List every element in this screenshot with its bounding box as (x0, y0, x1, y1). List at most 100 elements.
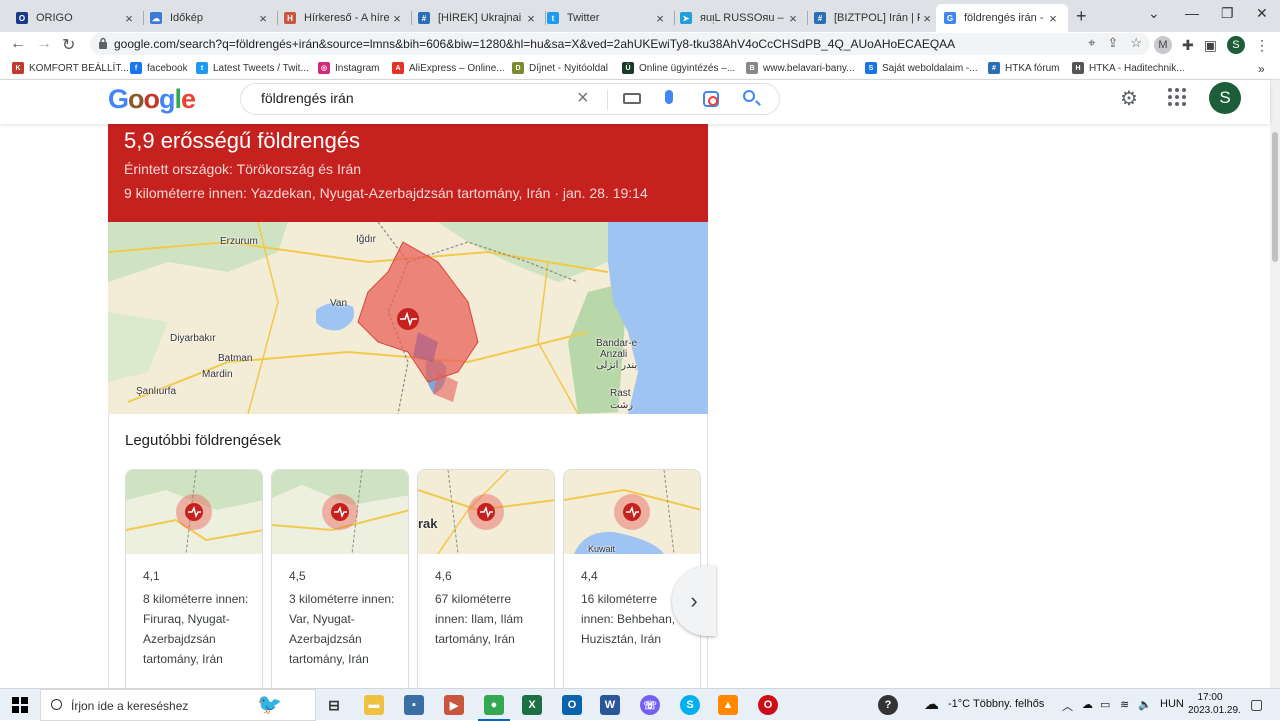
extension-m-icon[interactable]: M (1154, 36, 1172, 54)
bookmark-item[interactable]: K KOMFORT BEÁLLÍT... (12, 62, 129, 74)
new-tab-button[interactable]: + (1076, 6, 1087, 27)
mini-map-label: Kuwait (588, 544, 616, 554)
bookmark-item[interactable]: S Saját weboldalaim -... (865, 62, 978, 74)
page-scrollbar[interactable] (1270, 80, 1280, 688)
mini-map: Kuwait (564, 470, 700, 554)
belavari-icon: B (746, 62, 758, 74)
close-tab-icon[interactable]: × (786, 11, 800, 26)
photos-app-icon[interactable]: ▪ (404, 695, 424, 715)
bookmark-item[interactable]: Ü Online ügyintézés –... (622, 62, 735, 74)
browser-tab[interactable]: # [BIZTPOL] Irán | Pa× (806, 4, 942, 32)
file-explorer-icon[interactable]: ▬ (364, 695, 384, 715)
bookmark-item[interactable]: t Latest Tweets / Twit... (196, 62, 309, 74)
browser-tab[interactable]: # [HÍREK] Ukrajnai fe × (410, 4, 546, 32)
browser-tab[interactable]: Gföldrengés irán - G × (936, 4, 1068, 32)
microphone-icon[interactable] (665, 90, 673, 104)
close-tab-icon[interactable]: × (920, 11, 934, 26)
bookmark-item[interactable]: # HTKA fórum (988, 62, 1059, 74)
url-text[interactable]: google.com/search?q=földrengés+irán&sour… (114, 37, 955, 51)
forward-button[interactable]: → (36, 35, 52, 53)
google-apps-icon[interactable] (1168, 88, 1186, 106)
input-language[interactable]: HUN (1160, 698, 1184, 710)
skype-icon[interactable]: S (680, 695, 700, 715)
search-icon[interactable] (743, 90, 755, 102)
vlc-icon[interactable]: ▲ (718, 695, 738, 715)
browser-tab[interactable]: H Hírkereső - A hírek × (276, 4, 412, 32)
share-icon[interactable]: ⇪ (1107, 35, 1118, 51)
close-tab-icon[interactable]: × (122, 11, 136, 26)
maximize-button[interactable]: ❐ (1221, 5, 1234, 22)
browser-menu-icon[interactable]: ⋮ (1255, 37, 1269, 54)
search-input[interactable] (261, 90, 561, 106)
bookmark-item[interactable]: H HTKA - Haditechnik... (1072, 62, 1185, 74)
task-view-icon[interactable]: ⊟ (324, 695, 344, 715)
extensions-puzzle-icon[interactable]: ✚ (1182, 37, 1194, 54)
search-box: × (240, 83, 780, 115)
close-window-button[interactable]: ✕ (1256, 5, 1268, 22)
address-bar[interactable]: google.com/search?q=földrengés+irán&sour… (90, 33, 1150, 55)
tray-onedrive-icon[interactable]: ☁ (1082, 698, 1093, 711)
close-tab-icon[interactable]: × (653, 11, 667, 26)
settings-gear-icon[interactable]: ⚙ (1120, 86, 1138, 111)
opera-icon[interactable]: O (758, 695, 778, 715)
bookmark-star-icon[interactable]: ☆ (1130, 35, 1142, 51)
location-icon[interactable]: ⌖ (1088, 35, 1095, 51)
telegram-icon: ➤ (680, 12, 692, 24)
tray-network-icon[interactable]: ≋ (1120, 698, 1129, 711)
windows-start-icon[interactable] (12, 697, 28, 713)
close-tab-icon[interactable]: × (524, 11, 538, 26)
browser-tab[interactable]: ☁ Időkép × (142, 4, 278, 32)
outlook-icon[interactable]: O (562, 695, 582, 715)
earthquake-map[interactable]: Erzurum Iğdır Van Diyarbakır Batman Mard… (108, 222, 708, 414)
bookmark-item[interactable]: A AliExpress – Online... (392, 62, 505, 74)
browser-tab[interactable]: ➤ яuᴉL RUSSOяu – Tá× (672, 4, 808, 32)
komfort-icon: K (12, 62, 24, 74)
side-panel-icon[interactable]: ▣ (1204, 37, 1217, 54)
google-lens-icon[interactable] (703, 91, 719, 107)
recent-quake-card[interactable]: 4,1 8 kilométerre innen: Firuraq, Nyugat… (125, 469, 263, 699)
tray-battery-icon[interactable]: ▭ (1100, 698, 1110, 711)
clear-search-icon[interactable]: × (577, 87, 589, 110)
tray-volume-icon[interactable]: 🔈 (1138, 698, 1152, 711)
weather-text[interactable]: -1°C Többny. felhős (948, 698, 1044, 710)
viber-icon[interactable]: ☏ (640, 695, 660, 715)
browser-tab[interactable]: O ORIGO × (8, 4, 144, 32)
chrome-taskbar-icon[interactable]: ● (478, 695, 510, 721)
recent-quake-card[interactable]: 4,5 3 kilométerre innen: Var, Nyugat-Aze… (271, 469, 409, 699)
back-button[interactable]: ← (10, 35, 26, 53)
google-account-avatar[interactable]: S (1209, 82, 1241, 114)
bookmark-item[interactable]: f facebook (130, 62, 188, 74)
profile-avatar[interactable]: S (1226, 36, 1245, 54)
quake-magnitude: 4,1 (143, 569, 160, 583)
google-logo[interactable]: Google (108, 84, 196, 115)
cloud-icon: ☁ (150, 12, 162, 24)
bookmarks-overflow-icon[interactable]: » (1258, 62, 1265, 76)
recent-quake-card[interactable]: rak 4,6 67 kilométerre innen: Ilam, Ilám… (417, 469, 555, 699)
reload-button[interactable]: ↻ (62, 35, 75, 55)
tab-title: Twitter (567, 12, 600, 24)
bookmark-item[interactable]: Bwww.belavari-bany... (746, 62, 855, 74)
help-icon[interactable]: ? (878, 695, 898, 715)
close-tab-icon[interactable]: × (390, 11, 404, 26)
mini-map: rak (418, 470, 554, 554)
notifications-icon[interactable]: ▢ (1250, 696, 1263, 713)
bookmark-item[interactable]: ◎ Instagram (318, 62, 379, 74)
tray-chevron-up-icon[interactable]: ︿ (1062, 698, 1073, 714)
word-icon[interactable]: W (600, 695, 620, 715)
excel-icon[interactable]: X (522, 695, 542, 715)
bookmark-item[interactable]: D Díjnet - Nyitóoldal (512, 62, 608, 74)
scrollbar-thumb[interactable] (1272, 132, 1278, 262)
close-tab-icon[interactable]: × (256, 11, 270, 26)
tab-search-chevron-icon[interactable]: ⌄ (1148, 5, 1160, 22)
bookmark-label: Saját weboldalaim -... (882, 62, 978, 74)
keyboard-icon[interactable] (623, 93, 641, 104)
minimize-button[interactable]: — (1185, 5, 1199, 21)
media-player-icon[interactable]: ▶ (444, 695, 464, 715)
taskbar-clock[interactable]: 17:00 2023.01.29. (1188, 691, 1241, 717)
htka-icon: # (418, 12, 430, 24)
quake-description: 67 kilométerre innen: Ilam, Ilám tartomá… (435, 592, 524, 646)
map-label-erzurum: Erzurum (220, 236, 258, 247)
close-tab-icon[interactable]: × (1046, 11, 1060, 26)
browser-tab[interactable]: t Twitter × (539, 4, 675, 32)
taskbar-search[interactable]: Írjon ide a kereséshez 🐦 (40, 689, 316, 721)
